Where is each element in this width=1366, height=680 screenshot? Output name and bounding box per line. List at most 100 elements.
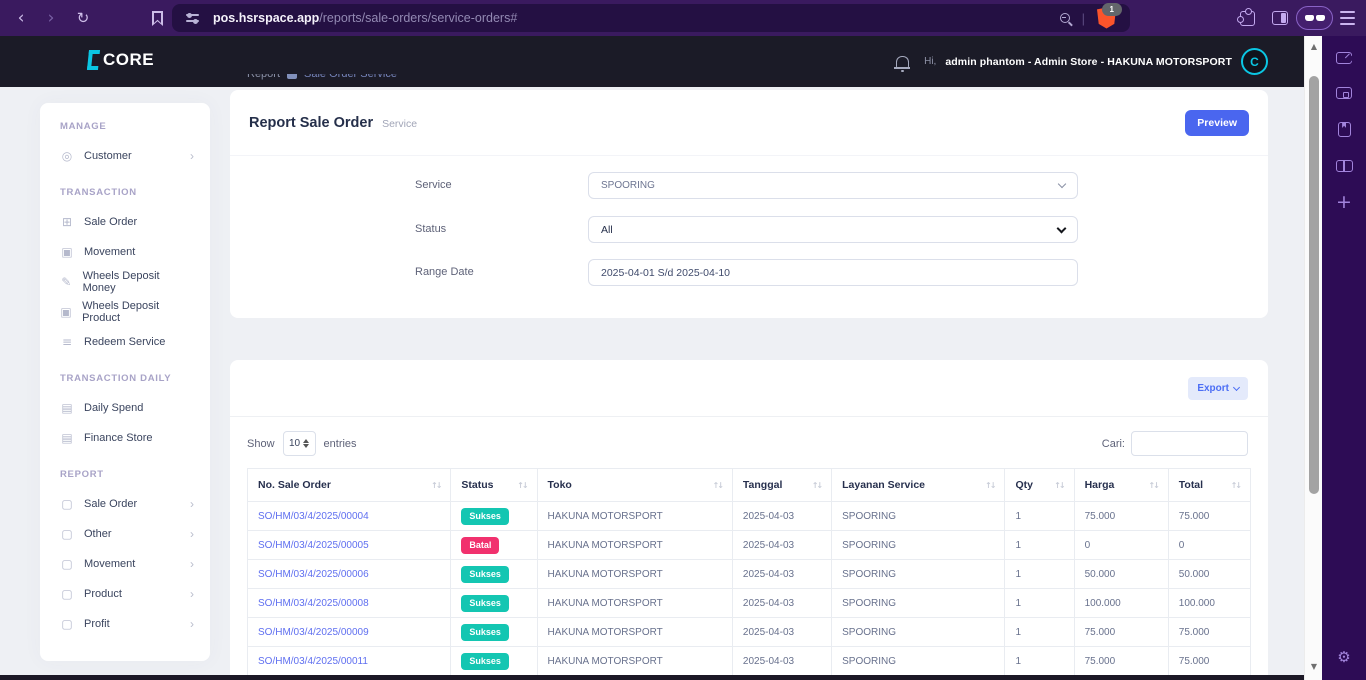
brave-shield-icon[interactable]: 1: [1097, 2, 1122, 29]
sidebar-item-daily-spend[interactable]: ▤ Daily Spend: [40, 393, 210, 423]
column-header[interactable]: Total ↑↓: [1167, 468, 1252, 502]
sale-order-link[interactable]: SO/HM/03/4/2025/00005: [258, 540, 369, 551]
sidebar-item-label: Product: [84, 588, 122, 600]
address-bar[interactable]: pos.hsrspace.app/reports/sale-orders/ser…: [172, 2, 1130, 32]
bookmark-icon[interactable]: [152, 11, 163, 26]
cell-harga: 75.000: [1073, 501, 1169, 531]
wallet-icon[interactable]: [1336, 87, 1352, 99]
status-label: Status: [415, 223, 447, 235]
avatar[interactable]: C: [1241, 48, 1268, 75]
book-icon: ▤: [61, 401, 73, 415]
reload-icon[interactable]: ↻: [70, 0, 96, 36]
zoom-out-icon[interactable]: [1059, 13, 1070, 23]
export-button[interactable]: Export: [1188, 377, 1248, 400]
sidebar-item-redeem-service[interactable]: ≡ Redeem Service: [40, 327, 210, 357]
cell-layanan-service: SPOORING: [831, 588, 1006, 618]
report-filter-card: Report Sale Order Service Preview Servic…: [230, 90, 1268, 318]
file-icon: ▢: [61, 587, 73, 601]
site-settings-icon[interactable]: [186, 12, 199, 24]
table-row: SO/HM/03/4/2025/00011 Sukses HAKUNA MOTO…: [246, 646, 1252, 676]
status-badge: Sukses: [461, 565, 509, 583]
cell-layanan-service: SPOORING: [831, 501, 1006, 531]
sidebar-item-label: Finance Store: [84, 432, 153, 444]
reading-list-icon[interactable]: [1335, 160, 1353, 172]
cell-layanan-service: SPOORING: [831, 617, 1006, 647]
core-logo[interactable]: CORE: [86, 50, 154, 70]
back-icon[interactable]: ‹: [8, 0, 34, 36]
side-panel-icon[interactable]: [1272, 11, 1288, 25]
pencil-icon: ✎: [61, 275, 72, 289]
column-header[interactable]: Tanggal ↑↓: [731, 468, 833, 502]
divider: [230, 416, 1268, 417]
cell-layanan-service: SPOORING: [831, 646, 1006, 676]
sale-order-link[interactable]: SO/HM/03/4/2025/00011: [258, 656, 368, 667]
sidebar-item-report-profit[interactable]: ▢ Profit ›: [40, 609, 210, 639]
search-input[interactable]: [1131, 431, 1248, 456]
column-header[interactable]: Toko ↑↓: [536, 468, 733, 502]
service-select[interactable]: SPOORING: [588, 172, 1078, 199]
sidebar-section-title: MANAGE: [60, 121, 107, 132]
sidebar-item-sale-order[interactable]: ⊞ Sale Order: [40, 207, 210, 237]
sale-order-link[interactable]: SO/HM/03/4/2025/00009: [258, 627, 369, 638]
status-value: All: [601, 223, 613, 236]
sidebar-item-report-product[interactable]: ▢ Product ›: [40, 579, 210, 609]
cell-total: 75.000: [1167, 501, 1252, 531]
service-value: SPOORING: [601, 180, 655, 191]
sidebar-item-report-other[interactable]: ▢ Other ›: [40, 519, 210, 549]
scroll-down-icon[interactable]: ▼: [1305, 658, 1323, 674]
cell-no-sale-order: SO/HM/03/4/2025/00008: [246, 588, 452, 618]
sidebar-item-customer[interactable]: ◎ Customer ›: [40, 141, 210, 171]
sale-order-link[interactable]: SO/HM/03/4/2025/00006: [258, 569, 369, 580]
cell-tanggal: 2025-04-03: [731, 501, 833, 531]
page-size-select[interactable]: 10: [282, 431, 316, 456]
notifications-bell-icon[interactable]: [894, 55, 911, 72]
browser-toolbar: ‹ › ↻ pos.hsrspace.app/reports/sale-orde…: [0, 0, 1366, 36]
menu-icon[interactable]: [1340, 11, 1355, 25]
scrollbar[interactable]: ▲ ▼: [1304, 36, 1322, 680]
glasses-icon: [1315, 15, 1325, 21]
cell-layanan-service: SPOORING: [831, 559, 1006, 589]
extensions-icon[interactable]: [1237, 8, 1255, 26]
preview-button[interactable]: Preview: [1185, 109, 1249, 136]
breadcrumb-report[interactable]: Report: [247, 74, 280, 80]
cell-toko: HAKUNA MOTORSPORT: [536, 617, 733, 647]
sidebar-item-wheels-deposit-money[interactable]: ✎ Wheels Deposit Money: [40, 267, 210, 297]
sidebar-item-finance-store[interactable]: ▤ Finance Store: [40, 423, 210, 453]
range-date-field[interactable]: [588, 259, 1078, 286]
range-date-input[interactable]: [601, 266, 1065, 279]
column-header[interactable]: Status ↑↓: [450, 468, 538, 502]
scrollbar-thumb[interactable]: [1309, 76, 1319, 494]
cell-qty: 1: [1004, 559, 1075, 589]
sale-order-link[interactable]: SO/HM/03/4/2025/00004: [258, 511, 369, 522]
status-select[interactable]: All: [588, 216, 1078, 243]
chevron-right-icon: ›: [190, 149, 194, 163]
cell-total: 50.000: [1167, 559, 1252, 589]
bookmarks-book-icon[interactable]: [1337, 122, 1351, 137]
video-camera-icon[interactable]: [1336, 52, 1352, 64]
cell-harga: 75.000: [1073, 646, 1169, 676]
table-row: SO/HM/03/4/2025/00009 Sukses HAKUNA MOTO…: [246, 617, 1252, 647]
shield-badge: 1: [1101, 2, 1122, 16]
scroll-up-icon[interactable]: ▲: [1305, 38, 1323, 54]
cell-tanggal: 2025-04-03: [731, 588, 833, 618]
sidebar-item-wheels-deposit-product[interactable]: ▣ Wheels Deposit Product: [40, 297, 210, 327]
column-header[interactable]: Qty ↑↓: [1004, 468, 1075, 502]
chevron-right-icon: ›: [190, 617, 194, 631]
cell-tanggal: 2025-04-03: [731, 646, 833, 676]
sidebar-item-report-movement[interactable]: ▢ Movement ›: [40, 549, 210, 579]
sidebar-item-movement[interactable]: ▣ Movement: [40, 237, 210, 267]
users-icon: ◎: [61, 149, 73, 163]
column-header[interactable]: No. Sale Order ↑↓: [246, 468, 452, 502]
sale-order-link[interactable]: SO/HM/03/4/2025/00008: [258, 598, 369, 609]
page-title: Report Sale Order: [249, 114, 374, 131]
sidebar-item-label: Other: [84, 528, 112, 540]
sidebar-item-report-sale-order[interactable]: ▢ Sale Order ›: [40, 489, 210, 519]
private-window-indicator[interactable]: [1296, 6, 1333, 30]
column-header[interactable]: Layanan Service ↑↓: [831, 468, 1006, 502]
settings-gear-icon[interactable]: ⚙: [1337, 648, 1350, 666]
add-icon[interactable]: +: [1336, 193, 1352, 212]
column-header[interactable]: Harga ↑↓: [1073, 468, 1169, 502]
cell-toko: HAKUNA MOTORSPORT: [536, 501, 733, 531]
file-icon: ▢: [61, 617, 73, 631]
forward-icon[interactable]: ›: [38, 0, 64, 36]
